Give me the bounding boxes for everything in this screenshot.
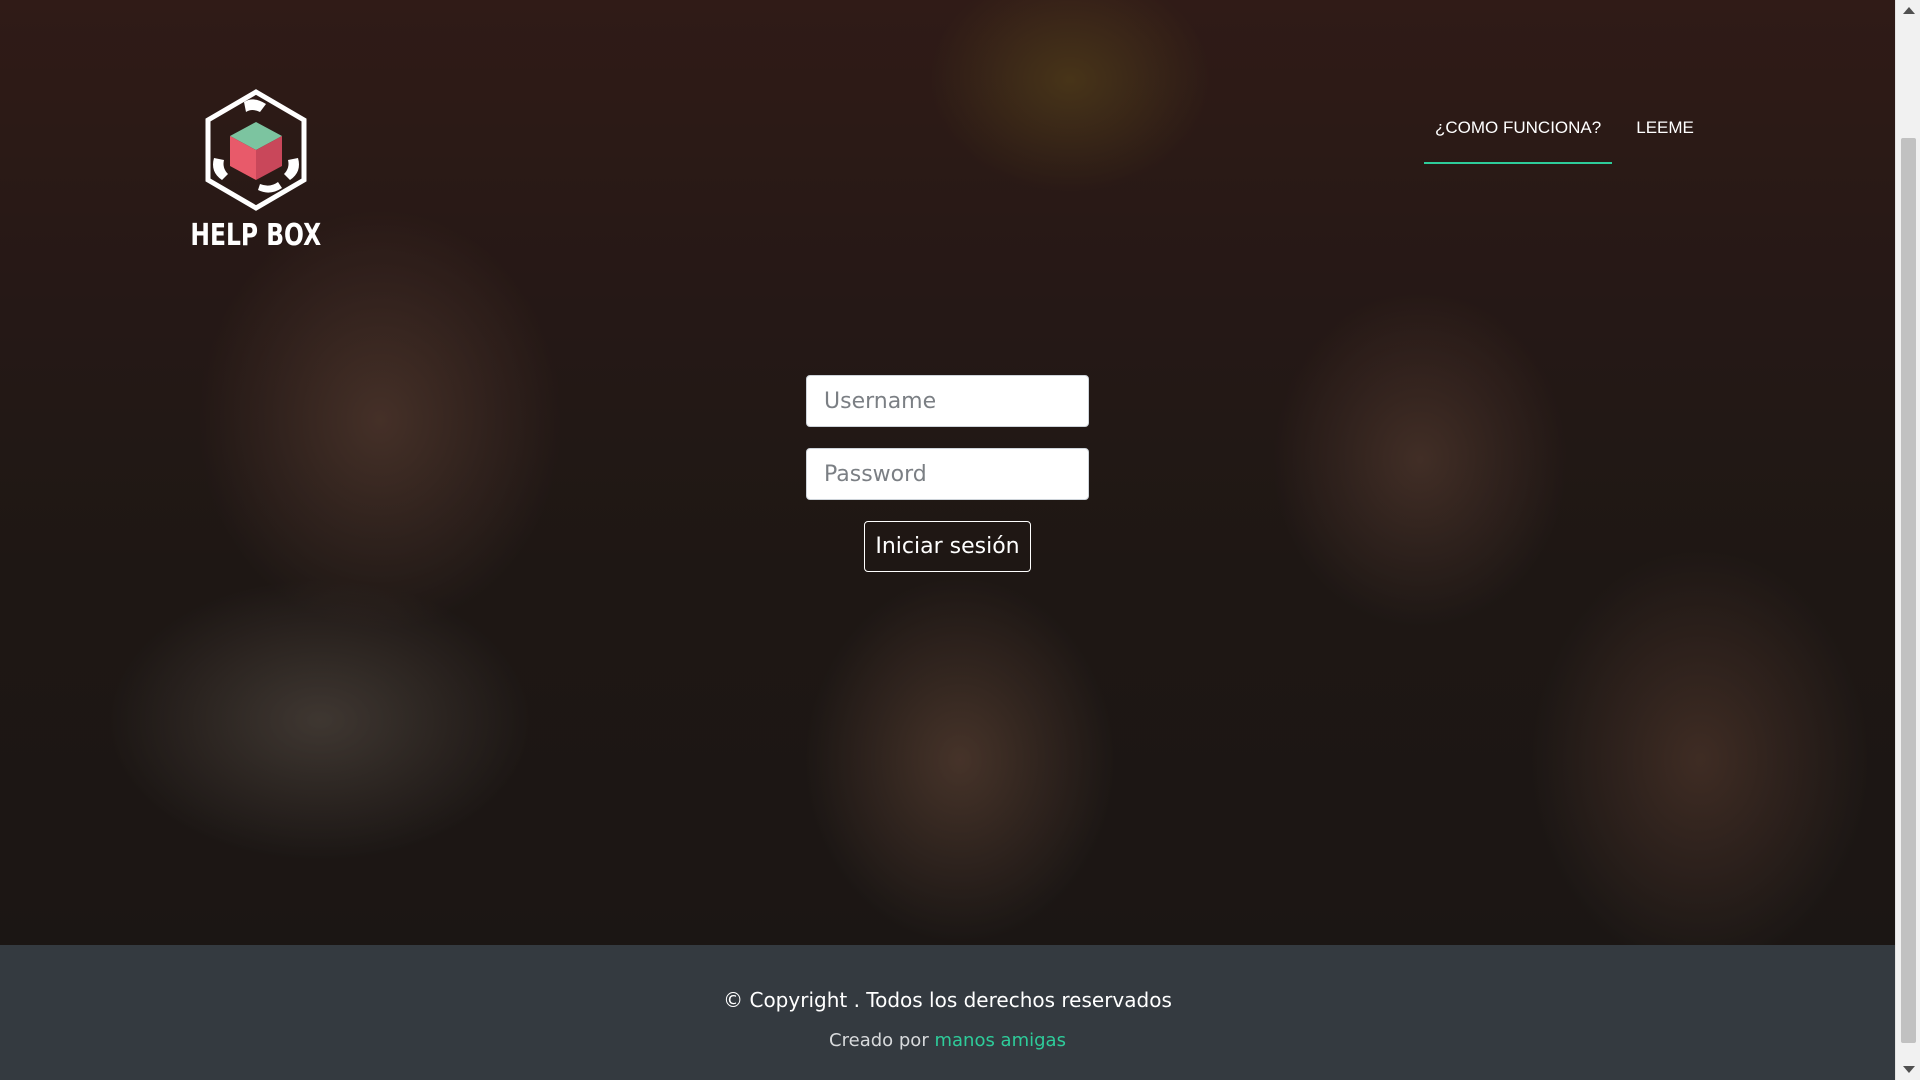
scroll-up-icon[interactable]: [1903, 7, 1915, 14]
brand-name: HELP BOX: [190, 218, 322, 253]
username-input[interactable]: [806, 375, 1089, 427]
login-form: Iniciar sesión: [806, 375, 1089, 572]
password-input[interactable]: [806, 448, 1089, 500]
scroll-down-icon[interactable]: [1903, 1066, 1915, 1073]
scroll-thumb[interactable]: [1901, 138, 1916, 1043]
hands-box-icon: [205, 89, 307, 211]
vertical-scrollbar[interactable]: [1895, 0, 1920, 1080]
copyright-text: © Copyright . Todos los derechos reserva…: [723, 988, 1172, 1012]
credit-prefix: Creado por: [829, 1030, 929, 1051]
login-button[interactable]: Iniciar sesión: [864, 521, 1031, 572]
main-nav: ¿COMO FUNCIONA? LEEME: [1424, 112, 1705, 164]
page: HELP BOX ¿COMO FUNCIONA? LEEME Iniciar s…: [0, 0, 1895, 1080]
nav-item-como-funciona[interactable]: ¿COMO FUNCIONA?: [1424, 112, 1613, 164]
brand-logo[interactable]: HELP BOX: [191, 88, 321, 253]
credit-line: Creado por manos amigas: [0, 1030, 1895, 1051]
footer: © Copyright . Todos los derechos reserva…: [0, 945, 1895, 1080]
nav-item-leeme[interactable]: LEEME: [1625, 112, 1705, 164]
credit-link[interactable]: manos amigas: [934, 1030, 1065, 1051]
